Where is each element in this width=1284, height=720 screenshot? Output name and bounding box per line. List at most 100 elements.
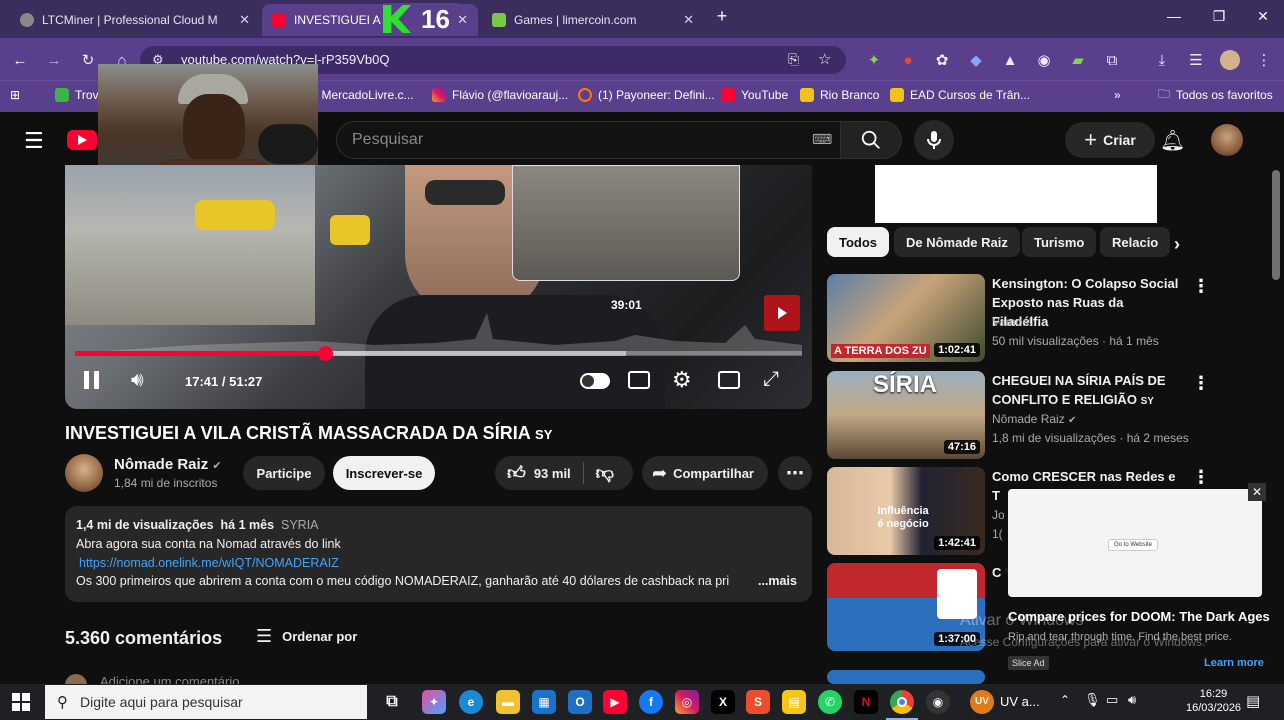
taskbar-search[interactable]: ⚲ Digite aqui para pesquisar [45, 685, 367, 719]
extension-icon[interactable]: ● [896, 48, 920, 72]
related-channel[interactable]: Vamos! [992, 315, 1032, 329]
chevron-right-icon[interactable]: › [1174, 234, 1180, 255]
weather-icon[interactable]: UV [970, 690, 994, 714]
all-bookmarks-folder[interactable]: 🗀 Todos os favoritos [1158, 86, 1273, 104]
close-ad-icon[interactable]: ✕ [1248, 483, 1266, 501]
bookmark-trov[interactable]: Trov [55, 86, 99, 104]
chip-relacionados[interactable]: Relacio [1100, 227, 1170, 257]
windows-start-icon[interactable] [12, 693, 30, 711]
video-thumbnail[interactable]: Influência é negócio 1:42:41 [827, 467, 985, 555]
description-box[interactable]: 1,4 mi de visualizações há 1 mês SYRIA A… [65, 506, 812, 602]
weather-text[interactable]: UV a... [1000, 694, 1040, 709]
tray-chevron-icon[interactable]: ⌃ [1060, 693, 1070, 707]
microphone-tray-icon[interactable]: 🎙︎ [1084, 692, 1101, 708]
ad-banner-top[interactable] [875, 165, 1157, 223]
video-player[interactable]: 39:01 🔊︎ 17:41 / 51:27 ⚙ ⤢ [65, 165, 812, 409]
video-menu-icon[interactable]: ⋮ [1192, 276, 1210, 297]
tab-limercoin[interactable]: Games | limercoin.com ✕ [482, 4, 704, 36]
account-avatar[interactable] [1211, 124, 1243, 156]
extension-icon[interactable]: ✿ [930, 48, 954, 72]
close-tab-icon[interactable]: ✕ [683, 12, 694, 28]
shopee-icon[interactable]: S [746, 690, 770, 714]
menu-kebab-icon[interactable]: ⋮ [1252, 48, 1276, 72]
pause-button[interactable] [84, 371, 104, 391]
minimize-button[interactable]: — [1159, 8, 1189, 24]
chip-todos[interactable]: Todos [827, 227, 890, 257]
netflix-icon[interactable]: N [854, 690, 878, 714]
related-channel[interactable]: Nômade Raiz ✔ [992, 412, 1076, 426]
profile-avatar[interactable] [1218, 48, 1242, 72]
ad-image[interactable]: Go to Website [1008, 489, 1262, 597]
notifications-bell-icon[interactable]: 🔔︎ [1160, 128, 1185, 153]
menu-hamburger-icon[interactable]: ☰ [24, 128, 44, 154]
scrollbar-thumb[interactable] [1272, 170, 1280, 280]
bookmark-ead[interactable]: EAD Cursos de Trân... [890, 86, 1030, 104]
video-thumbnail[interactable] [827, 670, 985, 684]
like-icon[interactable]: 👍︎ [507, 462, 526, 484]
dislike-icon[interactable]: 👎︎ [596, 462, 614, 484]
tab-ltcminer[interactable]: LTCMiner | Professional Cloud M ✕ [10, 4, 260, 36]
search-input[interactable]: Pesquisar [336, 121, 841, 159]
file-explorer-icon[interactable]: ▬ [496, 690, 520, 714]
clock[interactable]: 16:29 16/03/2026 [1186, 687, 1241, 715]
whatsapp-icon[interactable]: ✆ [818, 690, 842, 714]
x-twitter-icon[interactable]: X [711, 690, 735, 714]
youtube-logo-icon[interactable] [67, 130, 97, 150]
volume-tray-icon[interactable]: 🔊︎ [1128, 692, 1136, 708]
task-view-icon[interactable]: ⧉ [380, 690, 404, 714]
video-thumbnail[interactable]: A TERRA DOS ZU 1:02:41 [827, 274, 985, 362]
sort-comments-button[interactable]: ☰ Ordenar por [256, 626, 357, 647]
share-button[interactable]: ➦ Compartilhar [642, 456, 768, 490]
youtube-app-icon[interactable]: ▶ [603, 690, 627, 714]
related-video-title[interactable]: CHEGUEI NA SÍRIA PAÍS DE CONFLITO E RELI… [992, 371, 1182, 411]
bookmark-mercadolivre[interactable]: | MercadoLivre.c... [315, 86, 413, 104]
copilot-icon[interactable]: ✦ [422, 690, 446, 714]
settings-gear-icon[interactable]: ⚙ [672, 367, 692, 393]
chip-de-nomade-raiz[interactable]: De Nômade Raiz [894, 227, 1020, 257]
bookmark-rio-branco[interactable]: Rio Branco [800, 86, 879, 104]
maximize-button[interactable]: ❐ [1204, 8, 1234, 25]
bookmark-payoneer[interactable]: (1) Payoneer: Defini... [578, 86, 715, 104]
subtitles-icon[interactable] [628, 371, 650, 389]
voice-search-button[interactable] [914, 120, 954, 160]
create-button[interactable]: + Criar [1065, 122, 1155, 158]
obs-icon[interactable]: ◉ [926, 690, 950, 714]
store-icon[interactable]: ▦ [532, 690, 556, 714]
extensions-puzzle-icon[interactable]: ⧉ [1100, 48, 1124, 72]
progress-scrubber-handle[interactable] [318, 346, 334, 361]
channel-name[interactable]: Nômade Raiz ✔ [114, 456, 222, 473]
close-window-button[interactable]: ✕ [1248, 8, 1278, 25]
bookmark-youtube[interactable]: YouTube [721, 86, 788, 104]
more-actions-icon[interactable]: ⋯ [778, 456, 812, 490]
extension-icon[interactable]: ◆ [964, 48, 988, 72]
video-thumbnail[interactable]: SÍRIA 47:16 [827, 371, 985, 459]
download-icon[interactable]: ⤓ [1150, 48, 1174, 72]
install-app-icon[interactable]: ⎘ [788, 51, 799, 68]
new-tab-button[interactable]: + [707, 6, 737, 27]
facebook-icon[interactable]: f [639, 690, 663, 714]
close-tab-icon[interactable]: ✕ [239, 12, 250, 28]
notification-center-icon[interactable]: ▤ [1246, 692, 1260, 710]
fullscreen-icon[interactable]: ⤢ [763, 368, 779, 391]
search-button[interactable] [840, 121, 902, 159]
more-bookmarks-icon[interactable]: » [1114, 86, 1121, 104]
show-more-link[interactable]: ...mais [758, 574, 797, 588]
reading-list-icon[interactable]: ☰ [1184, 48, 1208, 72]
extension-icon[interactable]: ◉ [1032, 48, 1056, 72]
theater-mode-icon[interactable] [718, 371, 740, 389]
extension-icon[interactable]: ▲ [998, 48, 1022, 72]
bookmark-star-icon[interactable]: ☆ [818, 50, 831, 68]
bookmark-instagram[interactable]: Flávio (@flavioarauj... [432, 86, 568, 104]
back-button[interactable]: ← [8, 48, 32, 72]
chip-turismo[interactable]: Turismo [1022, 227, 1097, 257]
autoplay-toggle[interactable] [580, 373, 610, 389]
learn-more-link[interactable]: Learn more [1204, 657, 1264, 669]
join-button[interactable]: Participe [243, 456, 325, 490]
video-menu-icon[interactable]: ⋮ [1192, 373, 1210, 394]
chrome-icon[interactable] [890, 690, 914, 714]
extension-icon[interactable]: ✦ [862, 48, 886, 72]
apps-grid-icon[interactable]: ⊞ [10, 86, 20, 104]
channel-avatar[interactable] [65, 454, 103, 492]
volume-icon[interactable]: 🔊︎ [131, 369, 144, 392]
subscribe-button[interactable]: Inscrever-se [333, 456, 435, 490]
